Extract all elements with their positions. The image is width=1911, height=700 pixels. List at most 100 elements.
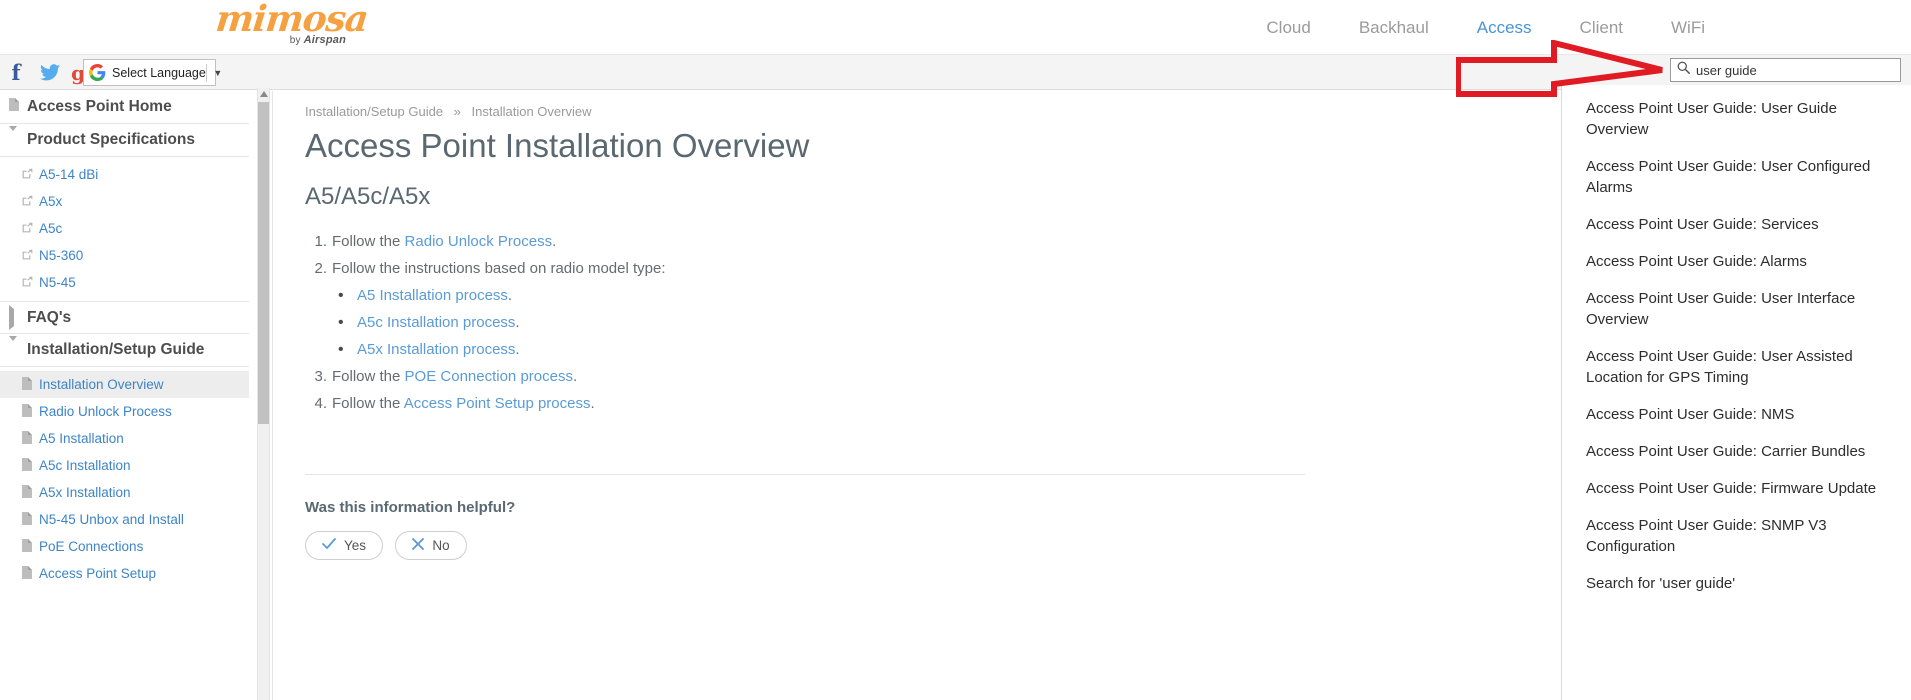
suggestion-item[interactable]: Access Point User Guide: Alarms (1562, 243, 1911, 280)
site-header: mimosa by Airspan Cloud Backhaul Access … (0, 0, 1911, 55)
feedback-buttons: Yes No (305, 531, 468, 560)
sidebar-item-a5-installation[interactable]: A5 Installation (0, 425, 249, 452)
page-icon (22, 403, 39, 420)
step-item-4: 4. Follow the Access Point Setup process. (305, 390, 1125, 417)
link-poe-connection-process[interactable]: POE Connection process (405, 368, 573, 385)
suggestion-item[interactable]: Access Point User Guide: SNMP V3 Configu… (1562, 507, 1911, 565)
main-content: Installation/Setup Guide » Installation … (272, 91, 1561, 700)
suggestion-item[interactable]: Access Point User Guide: Firmware Update (1562, 470, 1911, 507)
link-a5-installation-process[interactable]: A5 Installation process (357, 287, 508, 304)
sidebar-scrollbar[interactable] (257, 88, 270, 700)
feedback-no-button[interactable]: No (395, 531, 468, 560)
nav-item-client[interactable]: Client (1556, 0, 1647, 55)
step-text-suffix: . (590, 395, 595, 412)
page-root: mimosa by Airspan Cloud Backhaul Access … (0, 0, 1911, 700)
sidebar-item-label: Installation Overview (39, 377, 164, 392)
suggestion-item[interactable]: Access Point User Guide: NMS (1562, 396, 1911, 433)
breadcrumb: Installation/Setup Guide » Installation … (305, 104, 591, 119)
sidebar-item-poe-connections[interactable]: PoE Connections (0, 533, 249, 560)
page-icon (22, 538, 39, 555)
sidebar-item-access-point-setup[interactable]: Access Point Setup (0, 560, 249, 587)
mimosa-logo[interactable]: mimosa by Airspan (214, 0, 370, 50)
twitter-icon[interactable] (38, 60, 62, 86)
sidebar-item-n5-360[interactable]: N5-360 (0, 242, 249, 269)
scroll-up-arrow-icon[interactable] (260, 91, 268, 97)
nav-item-wifi[interactable]: WiFi (1647, 0, 1729, 55)
chevron-down-icon[interactable] (9, 126, 27, 149)
translate-select-label: Select Language (112, 65, 206, 80)
sidebar-item-a5-14-dbi[interactable]: A5-14 dBi (0, 161, 249, 188)
suggestion-item[interactable]: Access Point User Guide: User Assisted L… (1562, 338, 1911, 396)
chevron-right-icon[interactable] (9, 304, 27, 330)
google-translate-widget[interactable]: Select Language ▼ (83, 59, 222, 86)
search-icon (1677, 61, 1690, 79)
sidebar-item-n5-45-unbox-and-install[interactable]: N5-45 Unbox and Install (0, 506, 249, 533)
breadcrumb-parent[interactable]: Installation/Setup Guide (305, 104, 443, 119)
sublist-suffix: . (507, 287, 513, 304)
search-input-value: user guide (1696, 62, 1757, 78)
step-text-suffix: . (552, 233, 557, 250)
sublist-item-a5c: A5c Installation process. (305, 309, 1125, 336)
breadcrumb-separator: » (453, 104, 461, 119)
facebook-icon[interactable]: f (4, 60, 28, 86)
suggestion-item[interactable]: Access Point User Guide: Services (1562, 206, 1911, 243)
sidebar-item-a5x-installation[interactable]: A5x Installation (0, 479, 249, 506)
x-icon (412, 538, 425, 553)
sidebar-item-access-point-home[interactable]: Access Point Home (0, 91, 249, 124)
step-number: 1. (314, 233, 327, 250)
link-a5c-installation-process[interactable]: A5c Installation process (357, 314, 515, 331)
sidebar-item-label: N5-360 (39, 248, 84, 263)
sidebar-item-label: PoE Connections (39, 539, 144, 554)
feedback-yes-button[interactable]: Yes (305, 531, 384, 560)
link-access-point-setup-process[interactable]: Access Point Setup process (404, 395, 591, 412)
external-link-icon (22, 167, 39, 182)
google-g-icon (89, 64, 106, 81)
sidebar-item-radio-unlock-process[interactable]: Radio Unlock Process (0, 398, 249, 425)
page-icon (22, 376, 39, 393)
sidebar-item-installation-setup-guide[interactable]: Installation/Setup Guide (0, 334, 249, 367)
external-link-icon (22, 221, 39, 236)
installation-steps-list: 1. Follow the Radio Unlock Process. 2. Fol… (305, 228, 1125, 417)
nav-item-backhaul[interactable]: Backhaul (1335, 0, 1453, 55)
sidebar-item-faqs[interactable]: FAQ's (0, 301, 249, 334)
sidebar-item-n5-45[interactable]: N5-45 (0, 269, 249, 296)
suggestion-item[interactable]: Access Point User Guide: Carrier Bundles (1562, 433, 1911, 470)
scrollbar-thumb[interactable] (258, 102, 269, 424)
link-radio-unlock-process[interactable]: Radio Unlock Process (405, 233, 553, 250)
link-a5x-installation-process[interactable]: A5x Installation process (357, 341, 515, 358)
step-item-2: 2. Follow the instructions based on radio… (305, 255, 1125, 282)
sidebar-item-label: Radio Unlock Process (39, 404, 172, 419)
step-text-prefix: Follow the (332, 368, 405, 385)
page-icon (22, 484, 39, 501)
sidebar-item-label: A5 Installation (39, 431, 124, 446)
step-text-prefix: Follow the (332, 395, 404, 412)
feedback-divider (305, 474, 1305, 475)
suggestion-item[interactable]: Access Point User Guide: User Guide Over… (1562, 90, 1911, 148)
sidebar-item-a5c[interactable]: A5c (0, 215, 249, 242)
suggestion-item[interactable]: Access Point User Guide: User Interface … (1562, 280, 1911, 338)
step-text-prefix: Follow the instructions based on radio m… (332, 260, 666, 277)
step-text-suffix: . (572, 368, 578, 385)
chevron-down-icon[interactable] (9, 336, 27, 359)
sidebar-item-a5c-installation[interactable]: A5c Installation (0, 452, 249, 479)
sidebar-item-installation-overview[interactable]: Installation Overview (0, 371, 249, 398)
suggestion-item[interactable]: Access Point User Guide: User Configured… (1562, 148, 1911, 206)
sidebar-item-label: Access Point Setup (39, 566, 157, 581)
sidebar-item-label: A5c (39, 221, 63, 236)
nav-item-cloud[interactable]: Cloud (1242, 0, 1334, 55)
sidebar-item-a5x[interactable]: A5x (0, 188, 249, 215)
search-input[interactable]: user guide (1670, 58, 1901, 82)
sidebar-item-product-specifications[interactable]: Product Specifications (0, 124, 249, 157)
radio-model-sublist: A5 Installation process. A5c Installatio… (305, 282, 1125, 363)
external-link-icon (22, 275, 39, 290)
sublist-item-a5x: A5x Installation process. (305, 336, 1125, 363)
left-sidebar: Access Point Home Product Specifications… (0, 91, 249, 700)
nav-item-access[interactable]: Access (1453, 0, 1556, 55)
suggestion-item-search-for[interactable]: Search for 'user guide' (1562, 565, 1911, 602)
step-number: 3. (314, 368, 327, 385)
chevron-down-icon[interactable]: ▼ (207, 68, 229, 78)
sidebar-item-label: N5-45 (39, 275, 76, 290)
step-number: 4. (314, 395, 327, 412)
sublist-suffix: . (515, 314, 520, 331)
feedback-yes-label: Yes (344, 538, 367, 553)
